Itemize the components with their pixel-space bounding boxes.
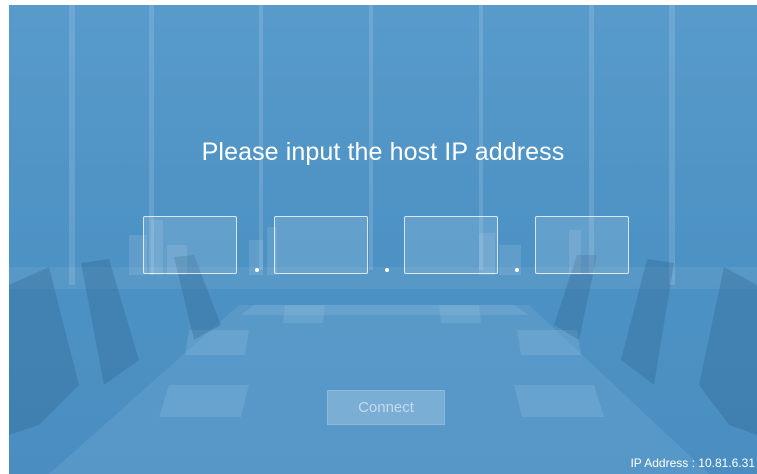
local-ip-address-label: IP Address : 10.81.6.31 [630, 456, 755, 470]
connect-button[interactable]: Connect [327, 390, 445, 425]
connect-screen: Please input the host IP address Connect… [9, 5, 757, 474]
ip-octet-4-input[interactable] [535, 216, 629, 274]
ip-separator-dot-3 [515, 268, 519, 272]
page-title: Please input the host IP address [201, 138, 565, 166]
ip-separator-dot-2 [385, 268, 389, 272]
ip-octet-2-input[interactable] [274, 216, 368, 274]
ip-separator-dot-1 [255, 268, 259, 272]
ip-octet-3-input[interactable] [404, 216, 498, 274]
ip-octet-1-input[interactable] [143, 216, 237, 274]
